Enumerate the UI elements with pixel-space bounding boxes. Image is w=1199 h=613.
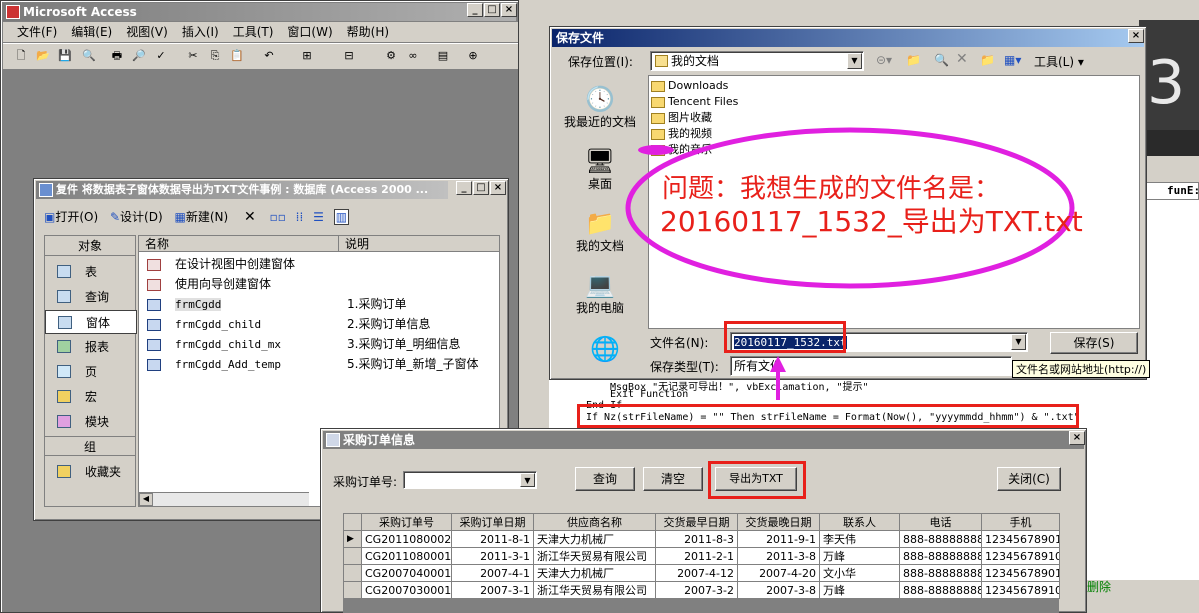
annotation-text-line2: 20160117_1532_导出为TXT.txt: [660, 205, 1083, 238]
table-cell[interactable]: 888-88888888: [899, 564, 982, 582]
table-row[interactable]: CG2007040001 2007-4-1 天津大力机械厂 2007-4-12 2007…: [343, 564, 1060, 582]
table-cell[interactable]: CG2007030001: [361, 581, 452, 599]
order-form-window: 采购订单信息 × 采购订单号: ▼ 查询 清空 导出为TXT 关闭(C) 采购订…: [320, 428, 1087, 613]
close-form-button[interactable]: 关闭(C): [997, 467, 1061, 491]
table-cell[interactable]: 李天伟: [819, 530, 900, 548]
table-row[interactable]: CG2011080001 2011-3-1 浙江华天贸易有限公司 2011-2-1 20…: [343, 547, 1060, 565]
column-header[interactable]: 供应商名称: [533, 513, 656, 531]
order-form-title: 采购订单信息: [343, 433, 416, 447]
table-cell[interactable]: 12345678901: [981, 530, 1060, 548]
row-selector[interactable]: ▶: [343, 530, 362, 548]
column-header[interactable]: 交货最早日期: [655, 513, 738, 531]
row-selector-header: [343, 513, 362, 531]
orders-datasheet: 采购订单号 采购订单日期 供应商名称 交货最早日期 交货最晚日期 联系人 电话 手机 ▶ CG2…: [343, 513, 1060, 613]
table-cell[interactable]: 万峰: [819, 547, 900, 565]
query-button[interactable]: 查询: [575, 467, 635, 491]
table-cell[interactable]: 浙江华天贸易有限公司: [533, 581, 656, 599]
table-cell[interactable]: 12345678910: [981, 547, 1060, 565]
form-icon: [326, 433, 340, 447]
order-form-title-bar[interactable]: 采购订单信息: [323, 431, 1084, 449]
table-cell[interactable]: 12345678901: [981, 564, 1060, 582]
table-cell[interactable]: 2011-9-1: [737, 530, 820, 548]
row-selector[interactable]: [343, 564, 362, 582]
table-cell[interactable]: 万峰: [819, 581, 900, 599]
table-cell[interactable]: 888-88888888: [899, 581, 982, 599]
order-dropdown-icon[interactable]: ▼: [520, 473, 535, 487]
table-cell[interactable]: 2007-4-20: [737, 564, 820, 582]
export-highlight-box: [708, 461, 806, 499]
table-cell[interactable]: CG2011080001: [361, 547, 452, 565]
clear-button[interactable]: 清空: [643, 467, 703, 491]
column-header[interactable]: 交货最晚日期: [737, 513, 820, 531]
table-cell[interactable]: 2007-3-8: [737, 581, 820, 599]
table-row[interactable]: CG2007030001 2007-3-1 浙江华天贸易有限公司 2007-3-2 20…: [343, 581, 1060, 599]
order-number-label: 采购订单号:: [333, 475, 398, 489]
table-cell[interactable]: 2011-3-8: [737, 547, 820, 565]
row-selector[interactable]: [343, 547, 362, 565]
table-cell[interactable]: 2011-8-3: [655, 530, 738, 548]
arrow-head-1: [770, 356, 786, 372]
table-cell[interactable]: 888-88888888: [899, 530, 982, 548]
order-form-close-button[interactable]: ×: [1069, 431, 1085, 445]
table-cell[interactable]: 888-88888888: [899, 547, 982, 565]
table-cell[interactable]: CG2007040001: [361, 564, 452, 582]
table-cell[interactable]: 文小华: [819, 564, 900, 582]
table-row[interactable]: ▶ CG2011080002 2011-8-1 天津大力机械厂 2011-8-3 2011…: [343, 530, 1060, 548]
table-cell[interactable]: 2011-8-1: [451, 530, 534, 548]
table-cell[interactable]: 浙江华天贸易有限公司: [533, 547, 656, 565]
row-selector[interactable]: [343, 581, 362, 599]
table-cell[interactable]: 2007-4-1: [451, 564, 534, 582]
orders-table: 采购订单号 采购订单日期 供应商名称 交货最早日期 交货最晚日期 联系人 电话 手机 ▶ CG2…: [343, 513, 1060, 599]
table-cell[interactable]: 天津大力机械厂: [533, 530, 656, 548]
column-header[interactable]: 手机: [981, 513, 1060, 531]
table-cell[interactable]: 2007-3-2: [655, 581, 738, 599]
column-header[interactable]: 联系人: [819, 513, 900, 531]
table-cell[interactable]: 2011-2-1: [655, 547, 738, 565]
table-cell[interactable]: 2007-4-12: [655, 564, 738, 582]
table-cell[interactable]: 天津大力机械厂: [533, 564, 656, 582]
column-header[interactable]: 采购订单号: [361, 513, 452, 531]
table-cell[interactable]: 2007-3-1: [451, 581, 534, 599]
column-header[interactable]: 采购订单日期: [451, 513, 534, 531]
column-header[interactable]: 电话: [899, 513, 982, 531]
order-number-dropdown[interactable]: ▼: [403, 471, 537, 489]
table-cell[interactable]: 2011-3-1: [451, 547, 534, 565]
table-cell[interactable]: CG2011080002: [361, 530, 452, 548]
table-cell[interactable]: 12345678910: [981, 581, 1060, 599]
file-pointer-marker: [638, 145, 674, 155]
